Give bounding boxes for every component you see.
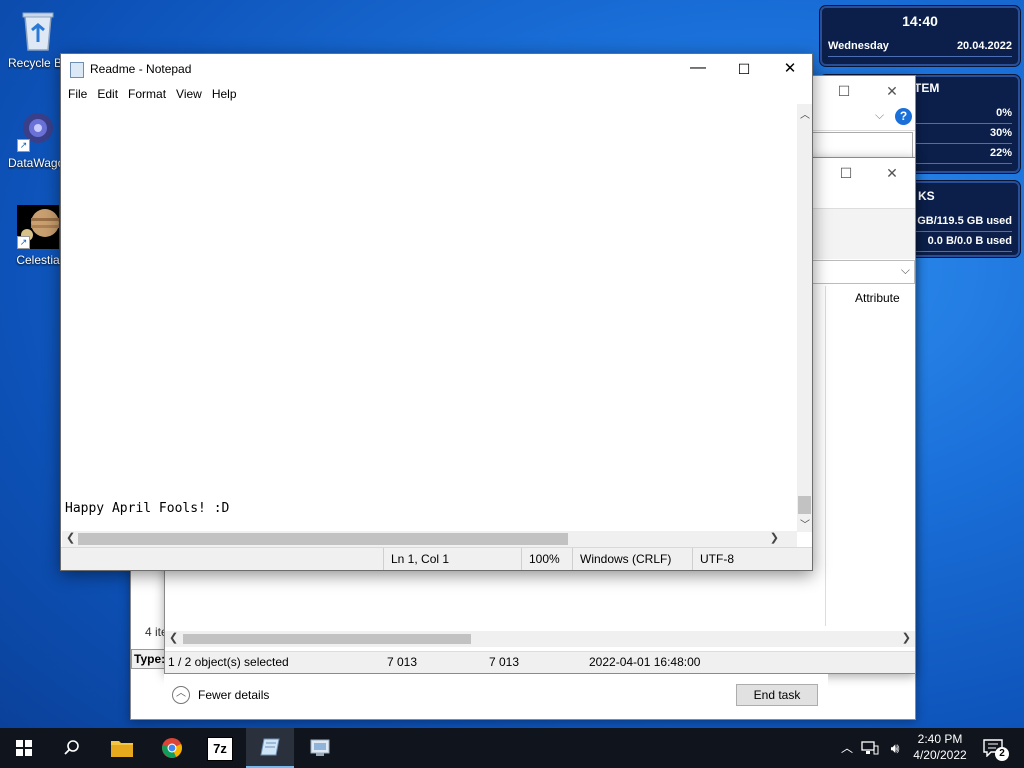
close-button[interactable]: ✕: [869, 76, 915, 106]
encoding: UTF-8: [692, 548, 734, 570]
scrollbar-thumb[interactable]: [183, 634, 471, 644]
menu-bar: File Edit Format View Help: [61, 84, 812, 104]
minimize-button[interactable]: —: [675, 54, 721, 84]
datawagon-icon: ↗: [17, 108, 59, 152]
window-title: Readme - Notepad: [90, 62, 192, 76]
taskbar-app-system[interactable]: [296, 728, 344, 768]
chevron-down-icon[interactable]: ⌵: [875, 108, 884, 123]
menu-help[interactable]: Help: [207, 84, 242, 104]
clock-time: 2:40 PM: [917, 732, 963, 746]
gadget-day: Wednesday: [828, 40, 889, 52]
maximize-button[interactable]: ☐: [721, 54, 767, 84]
gadget-date: 20.04.2022: [956, 40, 1012, 52]
document-text: Happy April Fools! :D: [65, 501, 230, 516]
help-icon[interactable]: ?: [895, 108, 912, 125]
status-bar: Ln 1, Col 1 100% Windows (CRLF) UTF-8: [61, 547, 812, 570]
size-value: 7 013: [489, 655, 520, 669]
cursor-position: Ln 1, Col 1: [383, 548, 449, 570]
start-button[interactable]: [0, 728, 48, 768]
maximize-button[interactable]: ☐: [823, 158, 869, 188]
menu-edit[interactable]: Edit: [92, 84, 123, 104]
show-hidden-icons-button[interactable]: ︿: [838, 728, 856, 768]
notepad-window: Readme - Notepad — ☐ ✕ File Edit Format Vie…: [60, 53, 813, 571]
desktop-icon-label: Celestia: [16, 253, 60, 267]
desktop-icon-datawagon[interactable]: ↗ DataWagon: [8, 108, 68, 170]
gadget-title: TEM: [914, 81, 940, 95]
scroll-left-icon[interactable]: ❮: [66, 531, 75, 544]
recycle-bin-icon: [17, 8, 59, 52]
vertical-scrollbar[interactable]: ︿ ﹀: [797, 104, 812, 532]
disk-usage-1: GB/119.5 GB used: [917, 215, 1012, 227]
action-center-button[interactable]: 2: [980, 728, 1016, 768]
ram-value: 30%: [989, 127, 1012, 139]
scroll-left-icon[interactable]: ❮: [169, 631, 178, 644]
task-manager-footer: ︿ Fewer details End task: [164, 674, 828, 718]
desktop-icon-celestia[interactable]: ↗ Celestia: [8, 205, 68, 267]
chrome-icon: [162, 738, 182, 758]
taskbar: 7z ︿ 🔊︎ 2:40 PM 4/20/2022 2: [0, 728, 1024, 768]
size-value: 7 013: [387, 655, 418, 669]
text-editor[interactable]: Happy April Fools! :D: [62, 104, 797, 531]
volume-icon[interactable]: 🔊︎: [884, 728, 906, 768]
menu-format[interactable]: Format: [123, 84, 171, 104]
clock-gadget: 14:40 Wednesday 20.04.2022: [820, 6, 1020, 66]
gadget-time: 14:40: [902, 13, 938, 29]
column-divider: [825, 286, 826, 626]
modified-datetime: 2022-04-01 16:48:00: [589, 655, 701, 669]
notepad-icon: [260, 738, 280, 756]
details-status-bar: 1 / 2 object(s) selected 7 013 7 013 202…: [165, 651, 915, 673]
close-button[interactable]: ✕: [869, 158, 915, 188]
desktop-icon-label: Recycle Bin: [8, 56, 68, 70]
gadget-date-row: Wednesday 20.04.2022: [828, 40, 1012, 57]
menu-file[interactable]: File: [63, 84, 92, 104]
search-box[interactable]: [811, 132, 913, 160]
scroll-down-icon[interactable]: ﹀: [800, 516, 810, 531]
scroll-up-icon[interactable]: ︿: [800, 106, 810, 121]
scroll-right-icon[interactable]: ❯: [770, 531, 779, 544]
disk-usage-2: 0.0 B/0.0 B used: [927, 235, 1012, 247]
celestia-icon: ↗: [17, 205, 59, 249]
scroll-right-icon[interactable]: ❯: [902, 631, 911, 644]
horizontal-scrollbar[interactable]: ❮ ❯: [62, 531, 797, 547]
gadget-title: KS: [918, 189, 935, 203]
notification-badge: 2: [995, 747, 1009, 761]
desktop-icon-label: DataWagon: [8, 156, 68, 170]
desktop-icon-recycle-bin[interactable]: Recycle Bin: [8, 8, 68, 70]
column-header-attribute[interactable]: Attribute: [855, 291, 900, 305]
network-icon[interactable]: [861, 728, 881, 768]
notepad-title-bar[interactable]: Readme - Notepad — ☐ ✕: [61, 54, 812, 84]
chevron-down-icon: ⌵: [900, 263, 910, 277]
line-endings: Windows (CRLF): [572, 548, 671, 570]
shortcut-arrow-icon: ↗: [17, 236, 30, 249]
7zip-icon: 7z: [207, 737, 233, 761]
maximize-button[interactable]: ☐: [821, 76, 867, 106]
search-icon: [64, 740, 79, 755]
shortcut-arrow-icon: ↗: [17, 139, 30, 152]
file-explorer-icon: [111, 741, 133, 757]
clock-date: 4/20/2022: [913, 748, 967, 762]
menu-view[interactable]: View: [171, 84, 207, 104]
close-button[interactable]: ✕: [767, 54, 813, 84]
cpu-value: 0%: [996, 107, 1012, 119]
taskbar-app-file-explorer[interactable]: [98, 728, 146, 768]
taskbar-app-7zip[interactable]: 7z: [196, 728, 244, 768]
end-task-button[interactable]: End task: [736, 684, 818, 706]
fewer-details-link[interactable]: Fewer details: [198, 688, 269, 702]
system-app-icon: [310, 739, 330, 756]
windows-logo-icon: [16, 740, 32, 756]
scrollbar-thumb[interactable]: [798, 496, 811, 514]
horizontal-scrollbar[interactable]: ❮ ❯: [165, 631, 915, 647]
taskbar-clock[interactable]: 2:40 PM 4/20/2022: [908, 728, 972, 768]
taskbar-app-notepad[interactable]: [246, 728, 294, 768]
taskbar-app-chrome[interactable]: [148, 728, 196, 768]
scrollbar-thumb[interactable]: [78, 533, 568, 545]
zoom-level: 100%: [521, 548, 560, 570]
swap-value: 22%: [989, 147, 1012, 159]
notepad-icon: [70, 62, 84, 78]
search-button[interactable]: [48, 728, 96, 768]
selection-status: 1 / 2 object(s) selected: [168, 655, 289, 669]
chevron-up-circle-icon[interactable]: ︿: [172, 686, 190, 704]
